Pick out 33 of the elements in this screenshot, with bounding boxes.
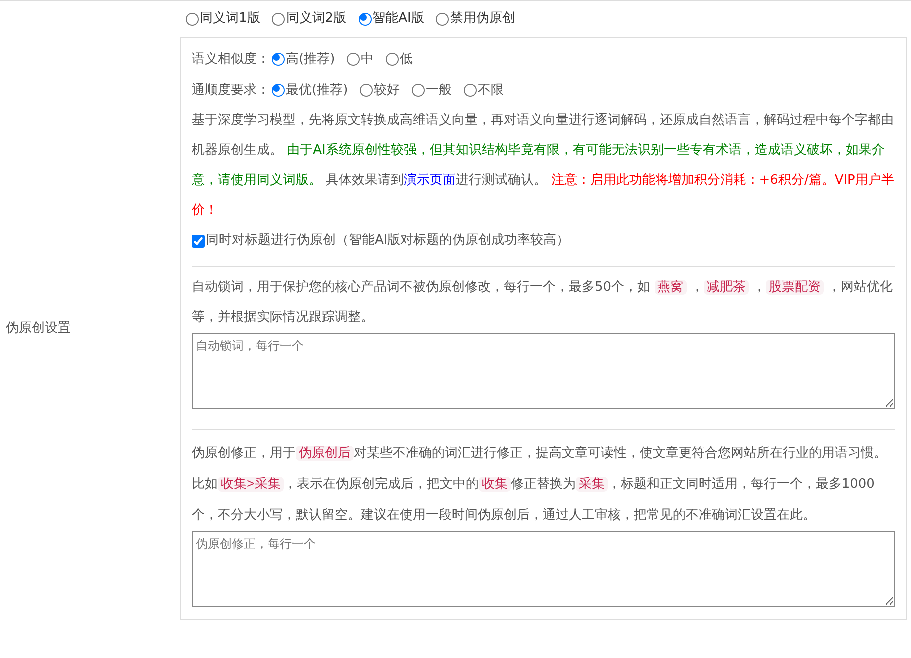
radio-button[interactable] (360, 84, 374, 97)
radio-option[interactable]: 同义词2版 (272, 9, 347, 29)
radio-option[interactable]: 最优(推荐) (272, 80, 348, 100)
radio-option[interactable]: 不限 (464, 80, 504, 100)
option-label: 语义相似度： (192, 50, 270, 69)
radio-button[interactable] (464, 84, 478, 97)
radio-button[interactable] (386, 53, 400, 66)
checkbox[interactable] (192, 234, 205, 248)
corrections-field[interactable]: 伪原创修正，每行一个 (192, 531, 895, 607)
radio-button[interactable] (272, 12, 286, 26)
radio-button[interactable] (272, 53, 285, 66)
radio-option[interactable]: 一般 (412, 80, 452, 100)
radio-button[interactable] (436, 12, 450, 26)
radio-option[interactable]: 同义词1版 (186, 9, 260, 29)
demo-page-link[interactable]: 演示页面 (404, 173, 456, 188)
lock-words-field[interactable]: 自动锁词，每行一个 (192, 333, 895, 409)
radio-option[interactable]: 低 (386, 50, 414, 70)
corrections-description: 伪原创修正，用于 伪原创后 对某些不准确的词汇进行修正，提高文章可读性，使文章更符合您网站所在行业的用语习惯。比如 收集>采集 ，表示在伪原创完成后，把文中的 收集 修正替换为 采集 ，标题和正文同时适用，每行一个，最多1000个，不分大小写，默认留空。建议在使用一段时间伪原创后，通过人工审核，把常见的不准确词汇设置在此。 (192, 445, 888, 525)
radio-button[interactable] (358, 12, 372, 26)
radio-button[interactable] (347, 53, 360, 66)
radio-button[interactable] (186, 12, 199, 26)
radio-option[interactable]: 高(推荐) (272, 50, 336, 70)
radio-option[interactable]: 较好 (360, 80, 400, 100)
lock-words-description: 自动锁词，用于保护您的核心产品词不被伪原创修改，每行一个，最多50个，如 燕窝 ， 减肥茶 ， 股票配资 ，网站优化等，并根据实际情况跟踪调整。 (192, 279, 894, 327)
section-label: 伪原创设置 (5, 320, 72, 338)
radio-button[interactable] (272, 84, 285, 97)
radio-button[interactable] (412, 84, 426, 97)
title-checkbox-option[interactable]: 同时对标题进行伪原创（智能AI版对标题的伪原创成功率较高） (192, 226, 895, 256)
radio-option[interactable]: 智能AI版 (358, 9, 424, 29)
option-label: 通顺度要求： (192, 82, 270, 100)
ai-description: 基于深度学习模型，先将原文转换成高维语义向量，再对语义向量进行逐词解码，还原成自然语言，解码过程中每个字都由机器原创生成。 由于AI系统原创性较强，但其知识结构毕竟有限，有可能无法识别一些专有术语，造成语义破坏，如果介意，请使用同义词版。 具体效果请到演示页面进行测试确认。 注意：启用此功能将增加积分消耗：+6积分/篇。VIP用户半价！ (192, 112, 895, 220)
radio-option[interactable]: 中 (347, 50, 374, 70)
radio-option[interactable]: 禁用伪原创 (436, 9, 516, 29)
